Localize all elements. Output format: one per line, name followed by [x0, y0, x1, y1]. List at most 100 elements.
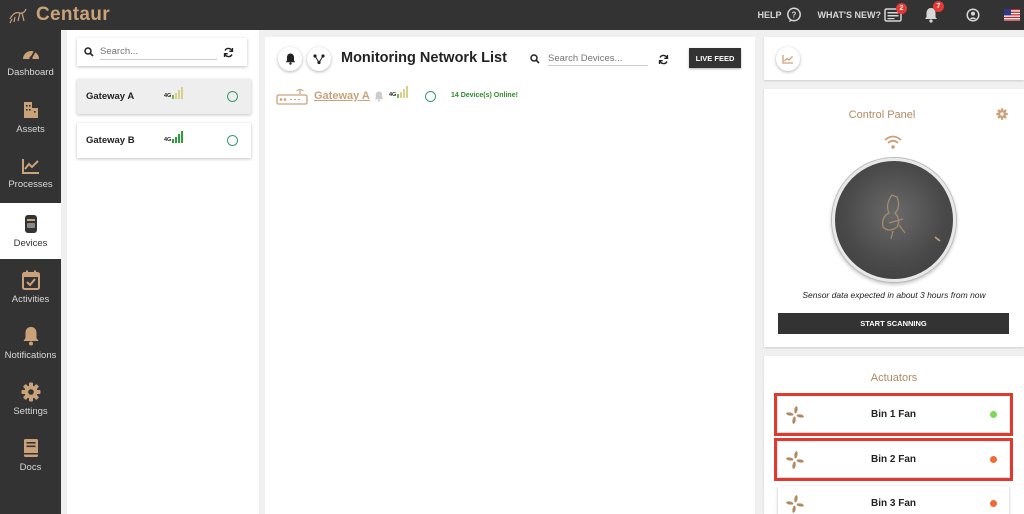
sidebar-item-notifications[interactable]: Notifications [0, 315, 61, 371]
search-icon [530, 54, 540, 64]
sidebar-item-label: Processes [8, 178, 53, 190]
live-feed-button[interactable]: LIVE FEED [689, 48, 741, 68]
bell-icon [23, 326, 38, 345]
refresh-icon[interactable] [658, 54, 669, 65]
gateway-card-b[interactable]: Gateway B 4G [77, 123, 251, 158]
status-ring-icon [227, 91, 238, 102]
refresh-icon[interactable] [223, 47, 234, 58]
actuator-card-bin-1-fan[interactable]: Bin 1 Fan [774, 393, 1013, 436]
gear-icon [21, 382, 40, 401]
sidebar-item-activities[interactable]: Activities [0, 259, 61, 315]
alerts-button[interactable] [278, 47, 302, 71]
actuator-card-bin-3-fan[interactable]: Bin 3 Fan [778, 486, 1009, 514]
notifications-badge: 7 [933, 1, 944, 12]
status-dot [990, 456, 997, 463]
network-type: 4G [164, 93, 172, 99]
device-search-box [530, 52, 669, 66]
sidebar-item-label: Activities [11, 293, 50, 305]
actuator-card-bin-2-fan[interactable]: Bin 2 Fan [774, 438, 1013, 481]
building-icon [23, 101, 38, 118]
trend-chart-icon [782, 55, 793, 64]
sidebar-item-devices[interactable]: Devices [0, 203, 61, 259]
sidebar-item-label: Docs [19, 461, 42, 473]
network-topology-button[interactable] [307, 47, 331, 71]
signal-bars-icon [397, 86, 409, 98]
search-icon [84, 47, 94, 57]
sidebar: Dashboard Assets Processes Devices Activ… [0, 30, 61, 514]
control-panel-title: Control Panel [848, 109, 916, 121]
centaur-logo-icon [9, 8, 27, 24]
network-type: 4G [164, 137, 172, 143]
trend-chart-icon [21, 158, 39, 174]
gateway-card-a[interactable]: Gateway A 4G [77, 79, 251, 114]
whats-new-badge: 2 [896, 3, 907, 14]
start-scanning-button[interactable]: START SCANNING [778, 313, 1009, 334]
control-panel: Control Panel Sensor data expected in ab… [764, 89, 1024, 347]
bell-icon [285, 53, 295, 65]
help-bubble-icon: ? [786, 7, 801, 22]
network-nodes-icon [313, 54, 325, 65]
actuator-name: Bin 1 Fan [870, 409, 916, 420]
help-button[interactable]: HELP ? [758, 7, 802, 23]
online-status: 14 Device(s) Online! [451, 92, 518, 99]
sidebar-item-label: Assets [16, 123, 45, 135]
centaur-emblem-icon [881, 194, 941, 242]
actuators-title: Actuators [870, 372, 918, 384]
sidebar-item-label: Dashboard [7, 66, 54, 78]
sidebar-item-processes[interactable]: Processes [0, 145, 61, 201]
gateway-list-panel: Gateway A 4G Gateway B 4G [67, 30, 259, 514]
wifi-icon [884, 135, 902, 149]
book-icon [23, 438, 38, 457]
sidebar-item-label: Settings [13, 405, 48, 417]
language-selector[interactable] [1004, 9, 1020, 21]
signal-strength-icon: 4G [389, 86, 409, 98]
gateway-name: Gateway A [86, 91, 135, 102]
status-ring-icon [425, 91, 436, 102]
status-dot [990, 411, 997, 418]
monitoring-network-panel: Monitoring Network List LIVE FEED Gatewa… [265, 37, 755, 514]
scanner-dial[interactable] [832, 158, 956, 282]
calendar-check-icon [21, 270, 40, 290]
whats-new-button[interactable]: WHAT'S NEW? 2 [817, 3, 907, 22]
account-button[interactable] [966, 8, 980, 22]
status-ring-icon [227, 135, 238, 146]
top-bar: Centaur HELP ? WHAT'S NEW? 2 7 [0, 0, 1024, 30]
gateway-name: Gateway B [86, 135, 135, 146]
sidebar-item-dashboard[interactable]: Dashboard [0, 33, 61, 89]
app-logo[interactable]: Centaur [8, 4, 110, 26]
sidebar-item-label: Devices [13, 237, 48, 249]
account-circle-icon [966, 8, 980, 22]
actuator-name: Bin 2 Fan [870, 454, 916, 465]
router-icon [276, 89, 308, 105]
chart-panel [764, 37, 1024, 80]
bell-muted-icon[interactable] [374, 91, 384, 102]
gateway-link[interactable]: Gateway A [314, 90, 370, 102]
device-icon [24, 214, 37, 233]
gateway-search-input[interactable] [100, 44, 217, 60]
device-search-input[interactable] [548, 52, 648, 66]
actuator-name: Bin 3 Fan [870, 498, 916, 509]
sidebar-item-settings[interactable]: Settings [0, 371, 61, 427]
sidebar-item-docs[interactable]: Docs [0, 427, 61, 483]
chart-button[interactable] [776, 47, 800, 71]
svg-text:?: ? [791, 11, 796, 20]
speedometer-icon [22, 50, 39, 60]
sidebar-item-assets[interactable]: Assets [0, 89, 61, 145]
notifications-button[interactable]: 7 [924, 1, 944, 23]
signal-bars-icon [172, 87, 184, 99]
sensor-status-text: Sensor data expected in about 3 hours fr… [802, 290, 986, 300]
gear-icon[interactable] [996, 108, 1008, 120]
whats-new-label: WHAT'S NEW? [817, 10, 881, 20]
top-actions: HELP ? WHAT'S NEW? 2 7 [758, 0, 1024, 30]
actuators-panel: Actuators Bin 1 Fan Bin 2 Fan Bin 3 Fan [764, 356, 1024, 514]
signal-strength-icon: 4G [164, 131, 184, 143]
help-label: HELP [757, 10, 782, 20]
sidebar-item-label: Notifications [4, 349, 57, 361]
signal-bars-icon [172, 131, 184, 143]
status-dot [990, 500, 997, 507]
us-flag-icon [1004, 9, 1020, 21]
signal-strength-icon: 4G [164, 87, 184, 99]
app-brand: Centaur [36, 4, 110, 25]
network-type: 4G [389, 92, 397, 98]
page-title: Monitoring Network List [341, 50, 507, 66]
